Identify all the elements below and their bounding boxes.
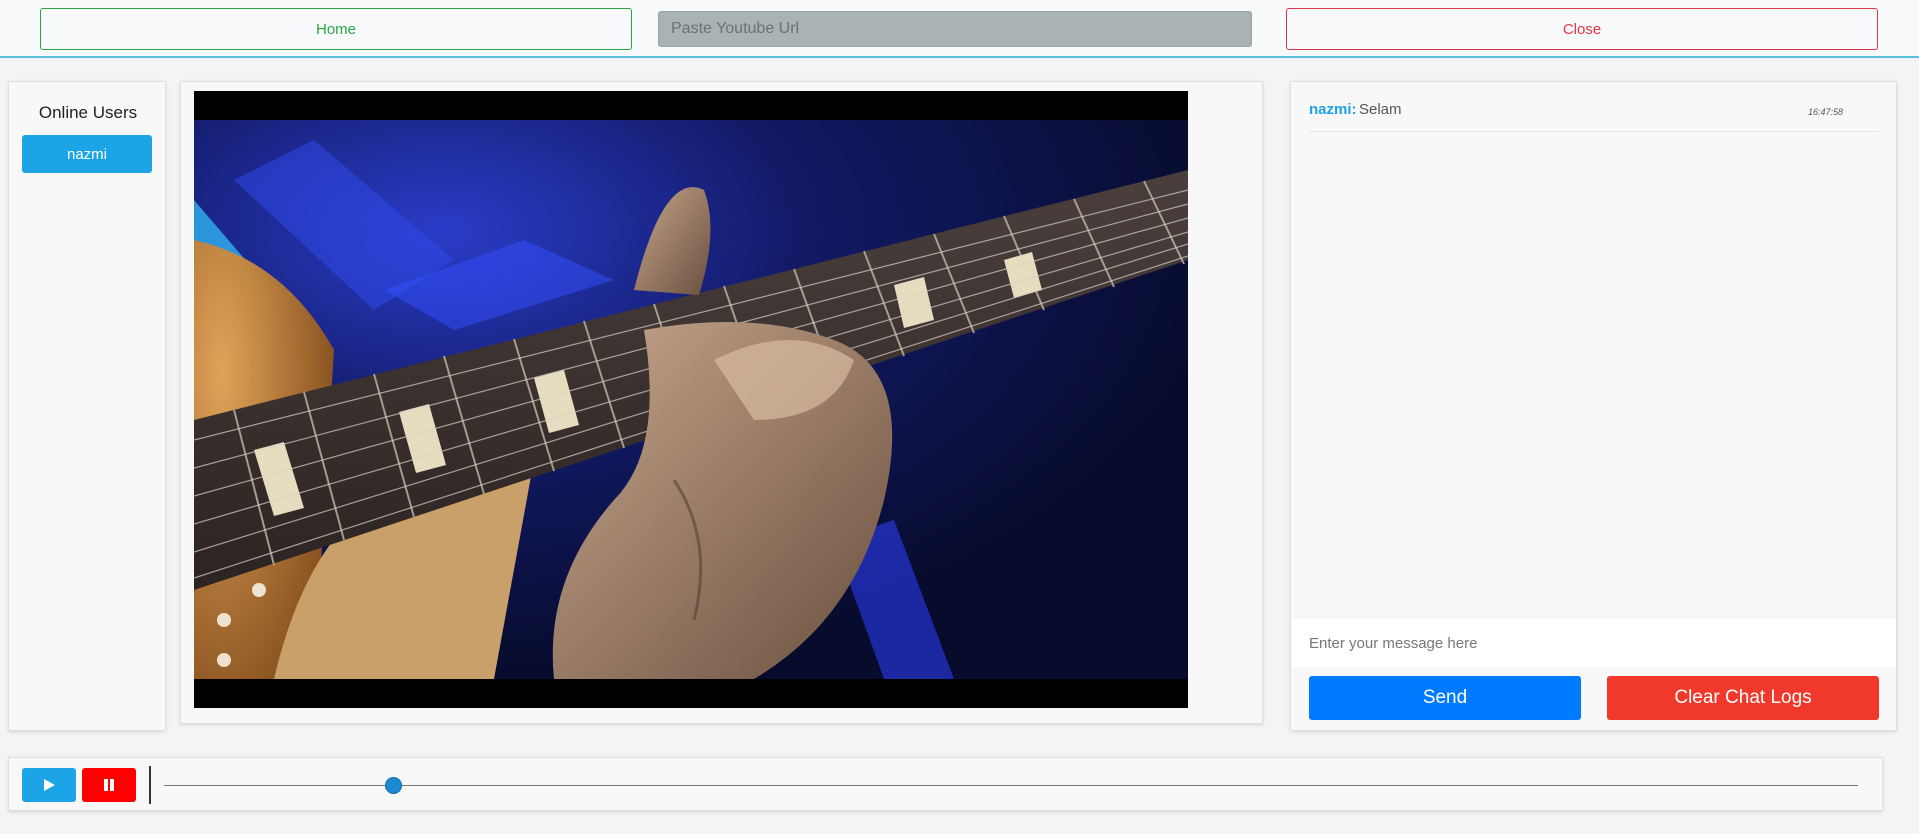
video-panel [180, 81, 1263, 724]
close-button[interactable]: Close [1286, 8, 1878, 50]
home-button[interactable]: Home [40, 8, 632, 50]
video-frame-image [194, 120, 1188, 679]
pause-button[interactable] [82, 768, 136, 802]
seek-bar[interactable] [164, 777, 1858, 794]
chat-message-text: Selam [1359, 101, 1402, 118]
chat-message-time: 16:47:58 [1807, 107, 1843, 117]
play-button[interactable] [22, 768, 76, 802]
top-bar: Home Close [0, 0, 1919, 58]
play-icon [44, 779, 55, 791]
user-chip-nazmi[interactable]: nazmi [22, 135, 152, 173]
player-controls [8, 757, 1883, 811]
controls-divider [149, 766, 151, 804]
chat-message: nazmi: Selam 16:47:58 [1309, 92, 1879, 132]
online-users-panel: Online Users nazmi [8, 81, 166, 731]
video-player[interactable] [194, 91, 1188, 708]
online-users-title: Online Users [38, 103, 138, 122]
chat-message-user: nazmi: [1309, 101, 1357, 118]
chat-message-input[interactable] [1291, 619, 1896, 667]
pause-icon [104, 779, 114, 791]
chat-panel: nazmi: Selam 16:47:58 Send Clear Chat Lo… [1290, 81, 1897, 731]
send-button[interactable]: Send [1309, 676, 1581, 720]
seek-bar-thumb[interactable] [384, 777, 402, 794]
youtube-url-input[interactable] [658, 11, 1252, 47]
clear-chat-logs-button[interactable]: Clear Chat Logs [1607, 676, 1879, 720]
